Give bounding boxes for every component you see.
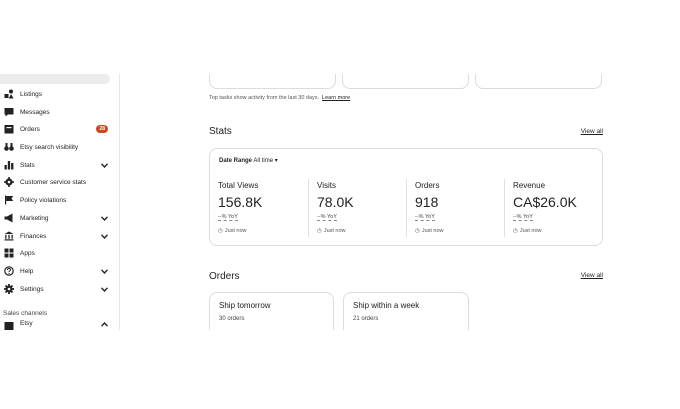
sidebar-item-label: Marketing: [20, 214, 49, 222]
bank-icon: [3, 231, 14, 242]
metric-label: Visits: [317, 181, 336, 190]
order-card-ship-tomorrow[interactable]: Ship tomorrow 30 orders: [209, 292, 334, 330]
metric-yoy: --% YoY: [513, 214, 533, 221]
order-card-title: Ship within a week: [353, 301, 420, 310]
metric-updated-text: Just now: [421, 228, 444, 234]
date-range-value: All time: [253, 158, 274, 164]
date-range-selector[interactable]: Date Range All time ▾: [219, 157, 278, 164]
settings-icon: [3, 284, 14, 295]
date-range-label: Date Range: [219, 158, 253, 164]
sidebar-item-label: Etsy search visibility: [20, 143, 79, 151]
sidebar-item-label: Policy violations: [20, 196, 67, 204]
sidebar-item-label: Settings: [20, 285, 44, 293]
orders-view-all-link[interactable]: View all: [581, 272, 603, 279]
stats-view-all-link[interactable]: View all: [581, 128, 603, 135]
sidebar-item-customer-service-stats[interactable]: Customer service stats: [3, 175, 111, 189]
metric-yoy: --% YoY: [317, 214, 337, 221]
task-card[interactable]: [209, 74, 336, 89]
binoculars-icon: [3, 142, 14, 153]
metric-yoy: --% YoY: [218, 214, 238, 221]
sidebar: Listings Messages Orders 28 Etsy search …: [0, 74, 120, 330]
metric-updated: ◷ Just now: [513, 228, 542, 234]
clock-icon: ◷: [317, 228, 322, 234]
sidebar-item-label: Etsy: [20, 320, 33, 327]
sidebar-item-search-visibility[interactable]: Etsy search visibility: [3, 140, 111, 154]
task-card[interactable]: [342, 74, 469, 89]
chevron-up-icon[interactable]: [100, 320, 108, 328]
shapes-icon: [3, 89, 14, 100]
sidebar-item-label: Listings: [20, 90, 43, 98]
sidebar-item-messages[interactable]: Messages: [3, 105, 111, 119]
order-card-ship-within-week[interactable]: Ship within a week 21 orders: [343, 292, 469, 330]
sidebar-item-etsy-channel[interactable]: Etsy: [3, 320, 111, 330]
sidebar-item-label: Apps: [20, 249, 35, 257]
metric-updated-text: Just now: [519, 228, 542, 234]
sidebar-item-label: Help: [20, 267, 34, 275]
chevron-down-icon[interactable]: [100, 267, 108, 275]
sales-channels-heading: Sales channels: [3, 310, 48, 317]
sidebar-item-listings[interactable]: Listings: [3, 87, 111, 101]
flag-icon: [3, 195, 14, 206]
top-tasks-note: Top tasks show activity from the last 30…: [209, 95, 350, 101]
sidebar-item-finances[interactable]: Finances: [3, 229, 111, 243]
metric-value: 78.0K: [317, 194, 354, 210]
sidebar-item-label: Customer service stats: [20, 178, 87, 186]
metric-value: 156.8K: [218, 194, 263, 210]
metric-updated: ◷ Just now: [415, 228, 444, 234]
task-card[interactable]: [475, 74, 602, 89]
metric-label: Revenue: [513, 181, 546, 190]
metric-visits[interactable]: Visits 78.0K --% YoY ◷ Just now: [308, 179, 406, 237]
sidebar-item-label: Stats: [20, 161, 35, 169]
metric-label: Orders: [415, 181, 440, 190]
clock-icon: ◷: [415, 228, 420, 234]
sidebar-item-apps[interactable]: Apps: [3, 246, 111, 260]
top-tasks-note-text: Top tasks show activity from the last 30…: [209, 95, 320, 101]
orders-section-title: Orders: [209, 271, 240, 282]
sidebar-item-help[interactable]: Help: [3, 264, 111, 278]
chevron-down-icon[interactable]: [100, 161, 108, 169]
megaphone-icon: [3, 213, 14, 224]
sidebar-active-item[interactable]: [0, 74, 110, 84]
storefront-icon: [3, 320, 14, 330]
chevron-down-icon[interactable]: [100, 232, 108, 240]
metric-updated-text: Just now: [323, 228, 346, 234]
clock-icon: ◷: [513, 228, 518, 234]
sidebar-item-label: Finances: [20, 232, 47, 240]
apps-grid-icon: [3, 248, 14, 259]
metric-updated: ◷ Just now: [218, 228, 247, 234]
order-card-title: Ship tomorrow: [219, 301, 271, 310]
order-card-count: 30 orders: [219, 316, 245, 322]
metric-value: CA$26.0K: [513, 194, 577, 210]
metric-label: Total Views: [218, 181, 259, 190]
gear-icon: [3, 177, 14, 188]
chevron-down-icon[interactable]: [100, 214, 108, 222]
sidebar-item-marketing[interactable]: Marketing: [3, 211, 111, 225]
bar-chart-icon: [3, 160, 14, 171]
help-icon: [3, 266, 14, 277]
learn-more-link[interactable]: Learn more: [322, 95, 350, 101]
chevron-down-icon[interactable]: [100, 285, 108, 293]
orders-count-badge: 28: [96, 125, 108, 133]
stats-section-title: Stats: [209, 126, 232, 137]
stats-card: Date Range All time ▾ Total Views 156.8K…: [209, 148, 603, 246]
sidebar-item-label: Messages: [20, 108, 50, 116]
metric-revenue[interactable]: Revenue CA$26.0K --% YoY ◷ Just now: [504, 179, 602, 237]
metric-yoy: --% YoY: [415, 214, 435, 221]
sidebar-item-settings[interactable]: Settings: [3, 282, 111, 296]
sidebar-item-orders[interactable]: Orders 28: [3, 122, 111, 136]
order-card-count: 21 orders: [353, 316, 379, 322]
main-content: Top tasks show activity from the last 30…: [200, 74, 610, 330]
clock-icon: ◷: [218, 228, 223, 234]
sidebar-item-label: Orders: [20, 125, 40, 133]
sidebar-item-policy-violations[interactable]: Policy violations: [3, 193, 111, 207]
metric-updated-text: Just now: [224, 228, 247, 234]
caret-down-icon: ▾: [274, 158, 278, 164]
metric-orders[interactable]: Orders 918 --% YoY ◷ Just now: [406, 179, 504, 237]
box-icon: [3, 124, 14, 135]
metric-updated: ◷ Just now: [317, 228, 346, 234]
metric-value: 918: [415, 194, 439, 210]
message-icon: [3, 107, 14, 118]
metric-total-views[interactable]: Total Views 156.8K --% YoY ◷ Just now: [210, 179, 308, 237]
sidebar-item-stats[interactable]: Stats: [3, 158, 111, 172]
